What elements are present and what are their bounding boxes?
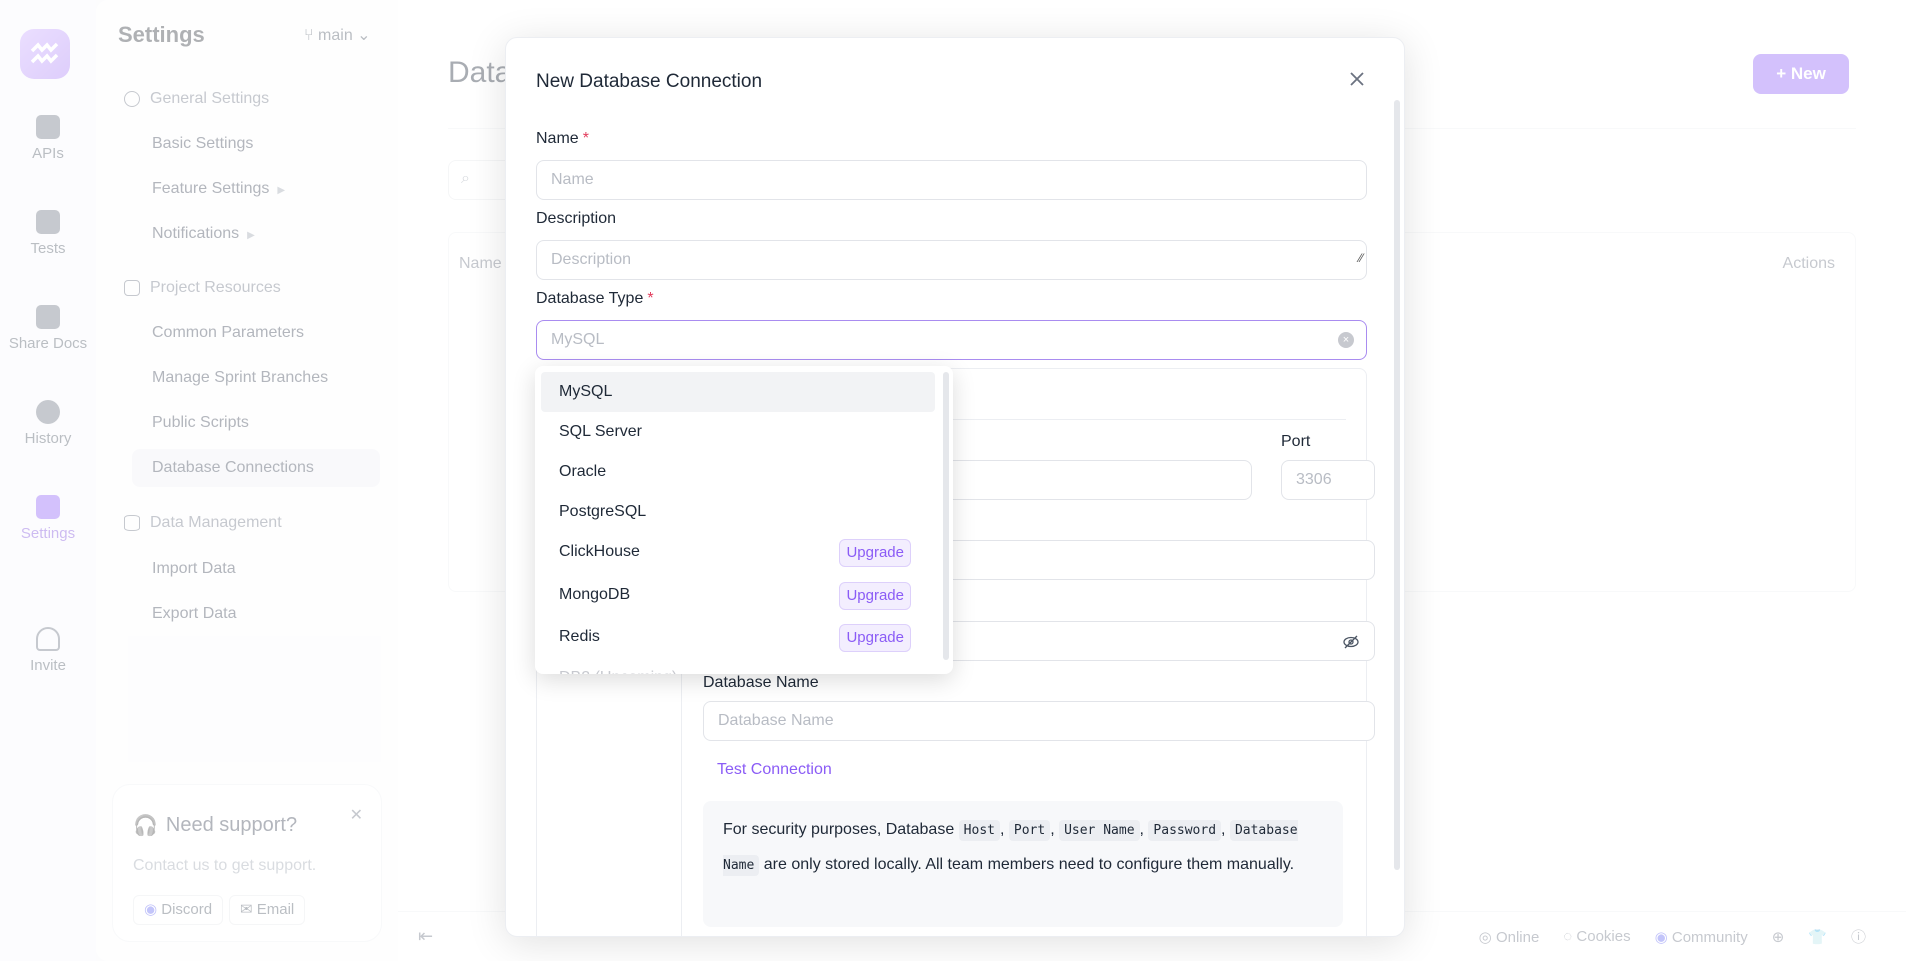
- database-name-input[interactable]: Database Name: [703, 701, 1375, 741]
- database-type-label: Database Type *: [536, 290, 654, 307]
- option-postgresql[interactable]: PostgreSQL: [541, 492, 935, 532]
- option-oracle[interactable]: Oracle: [541, 452, 935, 492]
- upgrade-badge[interactable]: Upgrade: [839, 624, 911, 652]
- description-label: Description: [536, 210, 617, 227]
- option-redis[interactable]: Redis Upgrade: [541, 617, 935, 657]
- port-label: Port: [1281, 433, 1311, 450]
- port-input[interactable]: 3306: [1281, 460, 1375, 500]
- database-name-label: Database Name: [703, 674, 819, 691]
- modal-title: New Database Connection: [536, 71, 763, 92]
- database-type-dropdown: MySQL SQL Server Oracle PostgreSQL Click…: [535, 366, 953, 674]
- option-mysql[interactable]: MySQL: [541, 372, 935, 412]
- option-sql-server[interactable]: SQL Server: [541, 412, 935, 452]
- upgrade-badge[interactable]: Upgrade: [839, 539, 911, 567]
- name-input[interactable]: Name: [536, 160, 1367, 200]
- description-textarea[interactable]: Description ⁄⁄: [536, 240, 1367, 280]
- clear-icon[interactable]: ×: [1338, 332, 1354, 348]
- database-type-select[interactable]: MySQL ×: [536, 320, 1367, 360]
- resize-handle-icon[interactable]: ⁄⁄: [1359, 239, 1363, 277]
- option-db2: DB2 (Upcoming): [541, 658, 935, 674]
- option-mongodb[interactable]: MongoDB Upgrade: [541, 575, 935, 615]
- required-marker: *: [582, 130, 589, 147]
- dropdown-scrollbar[interactable]: [943, 372, 949, 660]
- option-clickhouse[interactable]: ClickHouse Upgrade: [541, 532, 935, 572]
- test-connection-button[interactable]: Test Connection: [717, 761, 832, 779]
- name-label: Name *: [536, 130, 589, 147]
- upgrade-badge[interactable]: Upgrade: [839, 582, 911, 610]
- eye-off-icon[interactable]: [1342, 633, 1360, 651]
- required-marker: *: [647, 290, 654, 307]
- modal-scrollbar[interactable]: [1394, 100, 1400, 870]
- security-note: For security purposes, Database Host, Po…: [703, 801, 1343, 927]
- close-icon[interactable]: [1346, 68, 1368, 90]
